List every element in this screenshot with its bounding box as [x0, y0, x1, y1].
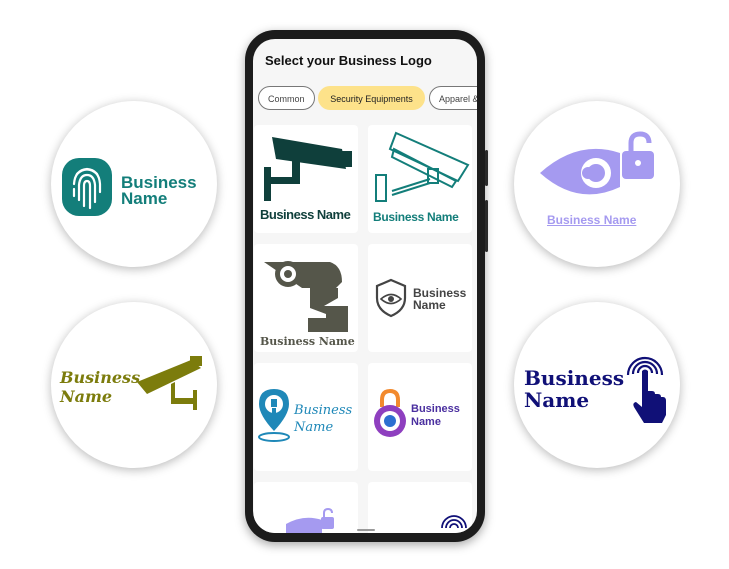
- phone-mockup: Select your Business Logo Common Securit…: [245, 30, 488, 542]
- logo-text: Business Name: [373, 210, 459, 224]
- phone-side-button: [485, 200, 488, 252]
- logo-name-word: Name: [524, 388, 590, 412]
- logo-card-1[interactable]: Business Name: [254, 125, 358, 233]
- logo-name-word: Name: [121, 189, 168, 208]
- logo-text: Business Name: [260, 335, 355, 348]
- logo-preview-camera-olive: Business Name: [51, 302, 217, 468]
- security-camera-icon: [137, 356, 202, 410]
- logo-preview-eye-lock: Business Name: [514, 101, 680, 267]
- logo-text: Business Name: [260, 207, 351, 222]
- touch-hand-icon: [441, 515, 467, 529]
- logo-business-word: Business: [411, 403, 460, 415]
- logo-name-word: Name: [294, 420, 334, 435]
- logo-name-word: Name: [413, 298, 446, 312]
- phone-side-button: [485, 150, 488, 186]
- tab-common[interactable]: Common: [258, 86, 315, 110]
- logo-card-7[interactable]: [254, 482, 358, 533]
- page-title: Select your Business Logo: [265, 53, 432, 68]
- eye-lock-icon: [540, 131, 654, 195]
- shield-eye-icon: [375, 278, 407, 318]
- location-pin-icon: [258, 389, 290, 442]
- logo-card-3[interactable]: Business Name: [254, 244, 358, 352]
- security-camera-icon: [264, 261, 348, 332]
- security-camera-icon: [375, 131, 470, 202]
- logo-business-word: Business: [60, 368, 141, 387]
- logo-preview-touch: Business Name: [514, 302, 680, 468]
- logo-name-word: Name: [411, 416, 441, 428]
- tab-apparel[interactable]: Apparel &: [429, 86, 477, 110]
- category-tabs: Common Security Equipments Apparel &: [257, 86, 477, 114]
- home-indicator: [357, 529, 375, 531]
- logo-card-6[interactable]: Business Name: [368, 363, 472, 471]
- logo-name-word: Name: [60, 387, 113, 406]
- logo-business-word: Business: [524, 366, 625, 390]
- padlock-icon: [374, 388, 406, 437]
- logo-card-5[interactable]: Business Name: [254, 363, 358, 471]
- phone-screen: Select your Business Logo Common Securit…: [253, 39, 477, 533]
- touch-hand-icon: [626, 356, 666, 423]
- eye-lock-icon: [286, 508, 334, 533]
- logo-card-4[interactable]: Business Name: [368, 244, 472, 352]
- logo-text: Business Name: [547, 213, 637, 227]
- logo-card-8[interactable]: [368, 482, 472, 533]
- tab-security-equipments[interactable]: Security Equipments: [318, 86, 425, 110]
- logo-preview-fingerprint: Business Name: [51, 101, 217, 267]
- security-camera-icon: [264, 137, 352, 201]
- logo-card-2[interactable]: Business Name: [368, 125, 472, 233]
- fingerprint-icon: [62, 158, 112, 216]
- logo-business-word: Business: [294, 403, 353, 418]
